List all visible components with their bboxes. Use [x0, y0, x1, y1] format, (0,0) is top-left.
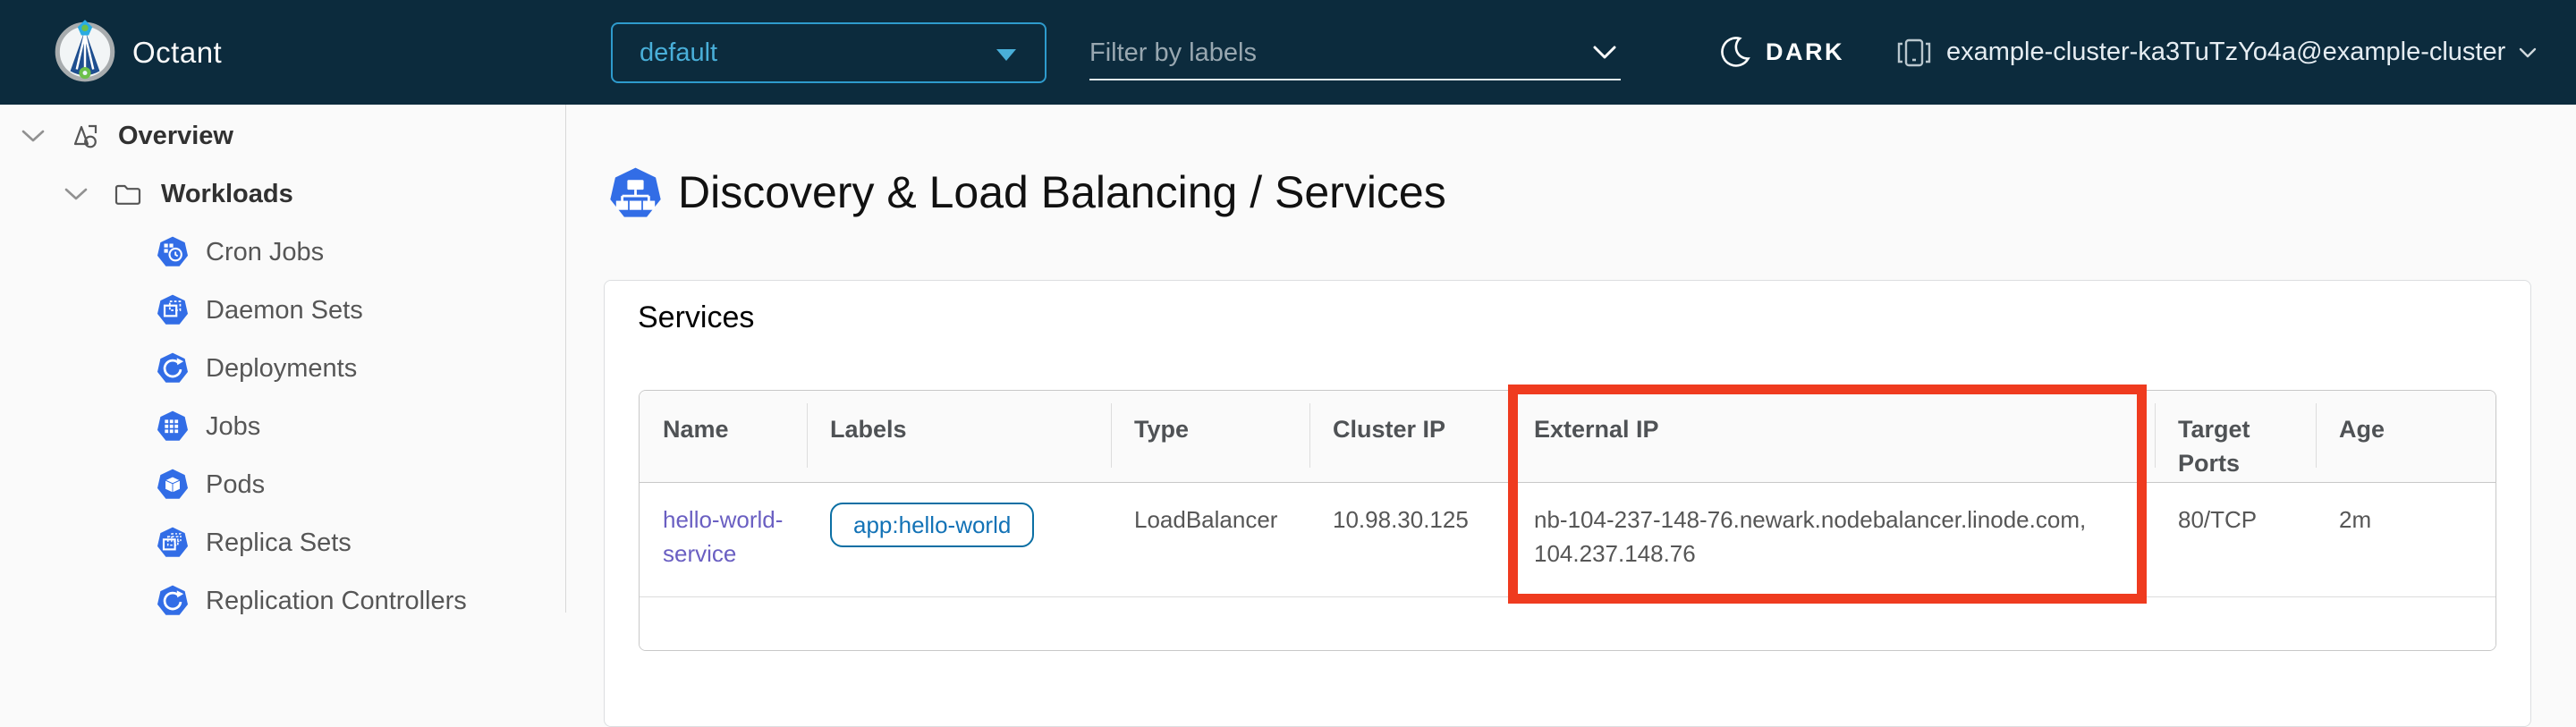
cron-jobs-icon [156, 235, 190, 269]
namespace-selector[interactable]: default [611, 22, 1046, 83]
sidebar-item-replication-controllers[interactable]: Replication Controllers [0, 572, 566, 630]
replication-controllers-icon [156, 584, 190, 618]
services-table: Name Labels Type Cluster IP External IP … [639, 390, 2496, 651]
sidebar-item-label: Pods [206, 470, 265, 500]
column-header-labels[interactable]: Labels [807, 391, 1111, 482]
sidebar-nav: Overview Workloads Cron Jobs Daemon Sets [0, 105, 566, 613]
column-header-external-ip[interactable]: External IP [1511, 391, 2155, 482]
deployments-icon [156, 351, 190, 385]
cell-name: hello-world-service [640, 482, 807, 596]
chevron-down-icon[interactable] [18, 128, 48, 144]
column-header-name[interactable]: Name [640, 391, 807, 482]
sidebar-item-pods[interactable]: Pods [0, 456, 566, 513]
label-chip[interactable]: app:hello-world [830, 503, 1034, 548]
column-header-cluster-ip[interactable]: Cluster IP [1309, 391, 1511, 482]
column-header-target-ports[interactable]: Target Ports [2155, 391, 2316, 482]
sidebar-item-label: Jobs [206, 412, 260, 442]
folder-icon [111, 177, 145, 211]
sidebar-item-label: Overview [118, 122, 233, 151]
service-link[interactable]: hello-world-service [663, 506, 783, 567]
sidebar-item-daemon-sets[interactable]: Daemon Sets [0, 282, 566, 339]
label-filter [1089, 27, 1621, 80]
cell-labels: app:hello-world [807, 482, 1111, 596]
table-row: hello-world-service app:hello-world Load… [640, 482, 2496, 596]
top-bar: Octant default DARK example-cluster-ka3T… [0, 0, 2576, 105]
sidebar-item-overview[interactable]: Overview [0, 107, 566, 165]
cell-type: LoadBalancer [1111, 482, 1309, 596]
sidebar-item-workloads[interactable]: Workloads [0, 165, 566, 223]
sidebar-item-deployments[interactable]: Deployments [0, 340, 566, 397]
sidebar-item-replica-sets[interactable]: Replica Sets [0, 514, 566, 571]
sidebar-item-label: Replica Sets [206, 528, 352, 558]
chevron-down-icon [2518, 46, 2538, 59]
theme-toggle-label: DARK [1766, 38, 1844, 66]
cell-target-ports: 80/TCP [2155, 482, 2316, 596]
caret-down-icon [996, 49, 1016, 61]
cluster-selector[interactable]: example-cluster-ka3TuTzYo4a@example-clus… [1894, 0, 2538, 105]
sidebar-item-label: Daemon Sets [206, 296, 363, 325]
column-header-age[interactable]: Age [2316, 391, 2496, 482]
pods-icon [156, 468, 190, 502]
sidebar-item-cron-jobs[interactable]: Cron Jobs [0, 224, 566, 281]
label-filter-input[interactable] [1089, 38, 1621, 68]
column-header-type[interactable]: Type [1111, 391, 1309, 482]
app-title: Octant [132, 0, 222, 105]
chevron-down-icon[interactable] [61, 186, 91, 202]
table-header-row: Name Labels Type Cluster IP External IP … [640, 391, 2496, 482]
sidebar-item-jobs[interactable]: Jobs [0, 398, 566, 455]
theme-toggle[interactable]: DARK [1720, 0, 1844, 105]
sidebar-item-label: Cron Jobs [206, 238, 324, 267]
cell-cluster-ip: 10.98.30.125 [1309, 482, 1511, 596]
cluster-selector-label: example-cluster-ka3TuTzYo4a@example-clus… [1946, 38, 2505, 67]
namespace-selector-value: default [640, 38, 717, 68]
sidebar-item-label: Replication Controllers [206, 587, 467, 616]
cell-age: 2m [2316, 482, 2496, 596]
moon-icon [1720, 36, 1752, 70]
table-row-partial [640, 596, 2496, 650]
services-card: Services Name Labels Type Cluster IP Ext… [604, 280, 2531, 727]
octant-app: { "header": { "app_name": "Octant", "nam… [0, 0, 2576, 613]
cluster-icon [1894, 34, 1934, 72]
page-title: Discovery & Load Balancing / Services [678, 166, 1446, 218]
services-heptagon-icon [607, 165, 664, 222]
octant-logo-icon [48, 15, 122, 89]
jobs-icon [156, 410, 190, 444]
replica-sets-icon [156, 526, 190, 560]
applications-icon [68, 119, 102, 153]
cell-external-ip: nb-104-237-148-76.newark.nodebalancer.li… [1511, 482, 2155, 596]
sidebar-item-label: Workloads [161, 180, 293, 209]
services-card-title: Services [638, 300, 754, 335]
chevron-down-icon[interactable] [1592, 45, 1617, 61]
sidebar-item-label: Deployments [206, 354, 357, 384]
daemon-sets-icon [156, 293, 190, 327]
